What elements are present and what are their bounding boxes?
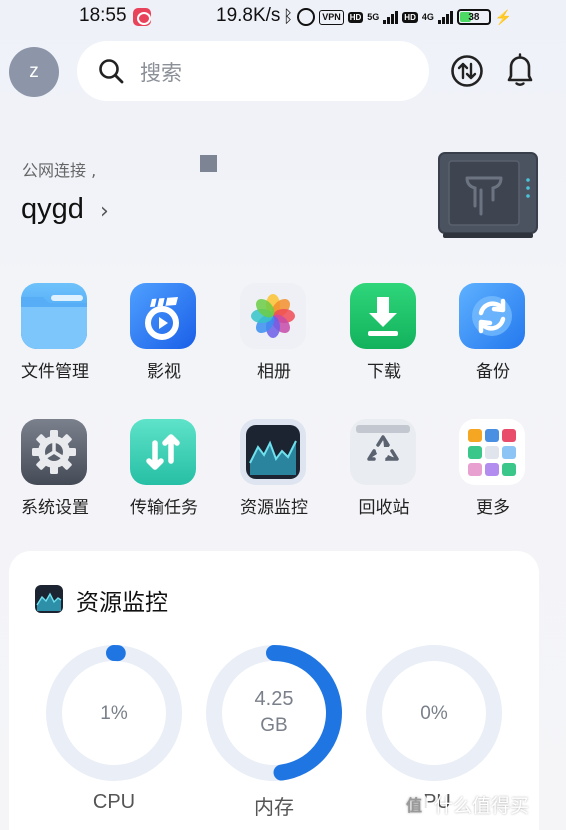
monitor-icon xyxy=(240,419,306,485)
app-photos[interactable]: 相册 xyxy=(219,283,329,393)
signal-icon-2 xyxy=(437,10,453,24)
network-type: 5G xyxy=(367,12,380,22)
gpu-gauge[interactable]: 0% xyxy=(364,643,504,783)
watermark-logo-icon: 值 xyxy=(400,790,428,818)
app-transfer-tasks[interactable]: 传输任务 xyxy=(109,419,219,529)
gpu-value: 0% xyxy=(420,703,448,724)
folder-icon xyxy=(21,283,87,349)
chevron-right-icon[interactable]: › xyxy=(100,199,109,224)
app-more[interactable]: 更多 xyxy=(438,419,548,529)
photos-icon xyxy=(240,283,306,349)
app-label: 下载 xyxy=(367,362,401,382)
memory-unit: GB xyxy=(260,715,288,736)
battery-level: 38 xyxy=(468,11,480,23)
search-placeholder: 搜索 xyxy=(140,61,182,85)
status-indicator xyxy=(200,155,217,172)
recycle-bin-icon xyxy=(350,419,416,485)
app-notification-icon xyxy=(133,8,151,26)
hd-badge-2: HD xyxy=(402,11,418,23)
transfer-icon[interactable] xyxy=(450,54,484,88)
search-icon xyxy=(99,59,124,84)
status-bar: 18:55 19.8K/s ᛒ VPN HD 5G HD 4G 38 ⚡ xyxy=(0,0,566,34)
bell-icon[interactable] xyxy=(503,52,537,88)
search-input[interactable]: 搜索 xyxy=(77,41,429,101)
alarm-clock-icon xyxy=(297,8,316,26)
bluetooth-icon: ᛒ xyxy=(283,7,294,26)
more-apps-icon xyxy=(459,419,525,485)
nas-device-image xyxy=(438,152,538,238)
app-system-settings[interactable]: 系统设置 xyxy=(0,419,110,529)
memory-gauge-ring xyxy=(206,645,342,781)
device-name[interactable]: qygd xyxy=(21,193,84,226)
app-label: 资源监控 xyxy=(240,498,308,518)
network-speed: 19.8K/s xyxy=(216,5,281,26)
app-label: 备份 xyxy=(476,362,510,382)
cpu-value: 1% xyxy=(100,703,128,724)
app-label: 系统设置 xyxy=(21,498,89,518)
cpu-label: CPU xyxy=(92,791,136,813)
settings-icon xyxy=(21,419,87,485)
backup-icon xyxy=(459,283,525,349)
hd-badge: HD xyxy=(347,11,364,23)
app-backup[interactable]: 备份 xyxy=(438,283,548,393)
battery-icon: 38 xyxy=(456,9,491,25)
app-label: 回收站 xyxy=(358,498,410,518)
memory-label: 内存 xyxy=(254,797,294,819)
charging-icon: ⚡ xyxy=(494,8,513,25)
app-label: 传输任务 xyxy=(130,498,198,518)
app-file-manager[interactable]: 文件管理 xyxy=(0,283,110,393)
monitor-icon xyxy=(35,585,63,613)
memory-gauge[interactable]: 4.25 GB xyxy=(204,643,344,783)
watermark: 值 什么值得买 xyxy=(400,788,560,820)
status-icons: ᛒ VPN HD 5G HD 4G 38 ⚡ xyxy=(283,6,512,28)
watermark-text: 什么值得买 xyxy=(434,794,530,817)
signal-icon xyxy=(383,10,399,24)
vpn-badge: VPN xyxy=(319,9,344,25)
app-recycle-bin[interactable]: 回收站 xyxy=(329,419,439,529)
app-resource-monitor[interactable]: 资源监控 xyxy=(219,419,329,529)
network-status: 公网连接 , xyxy=(22,161,97,180)
app-video[interactable]: 影视 xyxy=(109,283,219,393)
memory-value: 4.25 xyxy=(254,688,294,710)
app-label: 文件管理 xyxy=(21,362,89,382)
video-icon xyxy=(130,283,196,349)
avatar-letter: z xyxy=(29,61,39,82)
app-label: 影视 xyxy=(147,362,181,382)
app-download[interactable]: 下载 xyxy=(329,283,439,393)
transfer-tasks-icon xyxy=(130,419,196,485)
app-label: 更多 xyxy=(476,498,510,518)
monitor-title: 资源监控 xyxy=(76,590,168,616)
avatar[interactable]: z xyxy=(9,47,59,97)
status-time: 18:55 xyxy=(79,5,127,26)
app-label: 相册 xyxy=(257,362,291,382)
cpu-gauge[interactable]: 1% xyxy=(44,643,184,783)
download-icon xyxy=(350,283,416,349)
network-type-2: 4G xyxy=(421,12,434,22)
